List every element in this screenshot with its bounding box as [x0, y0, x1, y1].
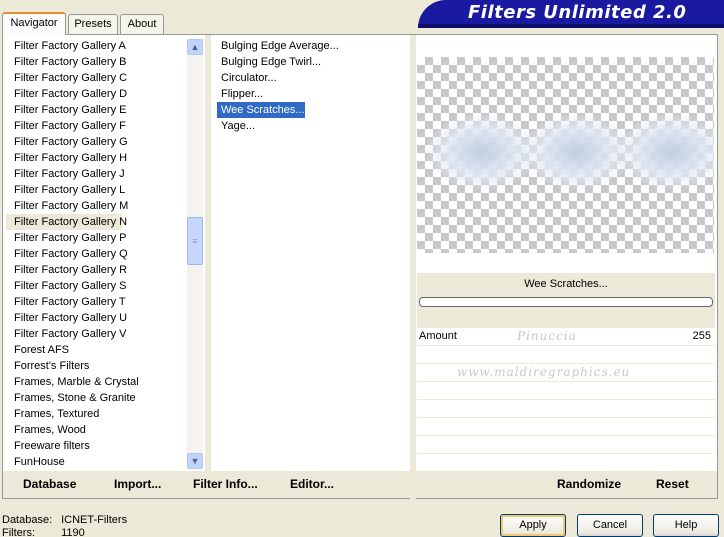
pane-divider — [205, 35, 211, 471]
category-item[interactable]: Filter Factory Gallery C — [6, 70, 186, 86]
database-status-value: ICNET-Filters — [61, 514, 128, 526]
parameter-row[interactable]: Amount Pinuccia 255 — [417, 328, 715, 346]
panel-toolbar: Database Import... Filter Info... Editor… — [3, 471, 717, 498]
filter-item[interactable]: Bulging Edge Twirl... — [217, 54, 321, 70]
preview-image — [417, 57, 714, 253]
category-item[interactable]: Forest AFS — [6, 342, 186, 358]
category-item[interactable]: Filter Factory Gallery J — [6, 166, 186, 182]
parameter-label: Amount — [419, 330, 457, 342]
parameter-row — [417, 436, 715, 454]
help-button[interactable]: Help — [653, 514, 719, 537]
parameter-list: Amount Pinuccia 255 www.maldiregraphics.… — [417, 328, 715, 472]
cancel-button[interactable]: Cancel — [577, 514, 643, 537]
category-item[interactable]: Frames, Stone & Granite — [6, 390, 186, 406]
filter-item[interactable]: Circulator... — [217, 70, 277, 86]
category-item[interactable]: Filter Factory Gallery P — [6, 230, 186, 246]
progress-bar — [419, 297, 713, 307]
watermark-text: Pinuccia — [517, 329, 577, 343]
preview-blob — [617, 115, 714, 189]
category-item[interactable]: Filter Factory Gallery Q — [6, 246, 186, 262]
parameter-row — [417, 364, 715, 382]
chevron-down-icon: ▼ — [190, 456, 200, 466]
parameter-value: 255 — [692, 330, 711, 342]
import-button[interactable]: Import... — [114, 477, 161, 491]
chevron-up-icon: ▲ — [190, 42, 200, 52]
category-item[interactable]: Forrest's Filters — [6, 358, 186, 374]
filter-item[interactable]: Flipper... — [217, 86, 263, 102]
parameter-row — [417, 418, 715, 436]
category-item[interactable]: Filter Factory Gallery G — [6, 134, 186, 150]
category-item[interactable]: Filter Factory Gallery B — [6, 54, 186, 70]
status-area: Database: ICNET-Filters Filters: 1190 — [2, 514, 127, 537]
randomize-button[interactable]: Randomize — [557, 477, 621, 491]
title-banner: Filters Unlimited 2.0 — [418, 0, 724, 28]
category-item[interactable]: Frames, Textured — [6, 406, 186, 422]
category-item[interactable]: Filter Factory Gallery V — [6, 326, 186, 342]
pane-divider — [410, 35, 416, 499]
category-item[interactable]: Filter Factory Gallery T — [6, 294, 186, 310]
category-item[interactable]: Filter Factory Gallery A — [6, 38, 186, 54]
scroll-thumb[interactable]: ≡ — [187, 217, 203, 265]
filter-item[interactable]: Bulging Edge Average... — [217, 38, 339, 54]
filter-list[interactable]: Bulging Edge Average... Bulging Edge Twir… — [217, 38, 407, 470]
category-item[interactable]: Filter Factory Gallery N — [6, 214, 127, 230]
category-item[interactable]: Freeware filters — [6, 438, 186, 454]
category-item[interactable]: Filter Factory Gallery E — [6, 102, 186, 118]
category-item[interactable]: Filter Factory Gallery S — [6, 278, 186, 294]
preview-blob — [427, 115, 537, 189]
apply-button[interactable]: Apply — [500, 514, 566, 537]
current-filter-name: Wee Scratches... — [524, 278, 608, 290]
category-item[interactable]: Filter Factory Gallery U — [6, 310, 186, 326]
database-button[interactable]: Database — [23, 477, 76, 491]
tab-navigator[interactable]: Navigator — [2, 12, 66, 35]
navigator-panel: Filter Factory Gallery A Filter Factory G… — [2, 34, 718, 499]
category-item[interactable]: Filter Factory Gallery L — [6, 182, 186, 198]
banner-title: Filters Unlimited 2.0 — [468, 2, 687, 23]
filter-name-area: Wee Scratches... — [417, 273, 715, 328]
filter-item[interactable]: Wee Scratches... — [217, 102, 305, 118]
category-item[interactable]: Frames, Wood — [6, 422, 186, 438]
category-item[interactable]: Filter Factory Gallery F — [6, 118, 186, 134]
filters-count-label: Filters: — [2, 527, 35, 537]
tab-presets[interactable]: Presets — [68, 14, 118, 34]
filters-count-value: 1190 — [61, 527, 85, 537]
scroll-up-button[interactable]: ▲ — [187, 39, 203, 55]
parameter-row — [417, 382, 715, 400]
category-scrollbar[interactable]: ▲ ≡ ▼ — [187, 39, 203, 469]
editor-button[interactable]: Editor... — [290, 477, 334, 491]
filter-info-button[interactable]: Filter Info... — [193, 477, 258, 491]
category-item[interactable]: Frames, Marble & Crystal — [6, 374, 186, 390]
scroll-down-button[interactable]: ▼ — [187, 453, 203, 469]
category-item[interactable]: Filter Factory Gallery D — [6, 86, 186, 102]
category-item[interactable]: Filter Factory Gallery M — [6, 198, 186, 214]
preview-blob — [522, 115, 632, 189]
category-item[interactable]: FunHouse — [6, 454, 186, 470]
database-status-label: Database: — [2, 514, 53, 526]
category-item[interactable]: Filter Factory Gallery H — [6, 150, 186, 166]
category-item[interactable]: Filter Factory Gallery R — [6, 262, 186, 278]
filter-item[interactable]: Yage... — [217, 118, 255, 134]
reset-button[interactable]: Reset — [656, 477, 689, 491]
parameter-row: www.maldiregraphics.eu — [417, 346, 715, 379]
parameter-row — [417, 400, 715, 418]
tab-about[interactable]: About — [120, 14, 164, 34]
category-list[interactable]: Filter Factory Gallery A Filter Factory G… — [6, 38, 186, 470]
grip-icon: ≡ — [192, 236, 198, 246]
